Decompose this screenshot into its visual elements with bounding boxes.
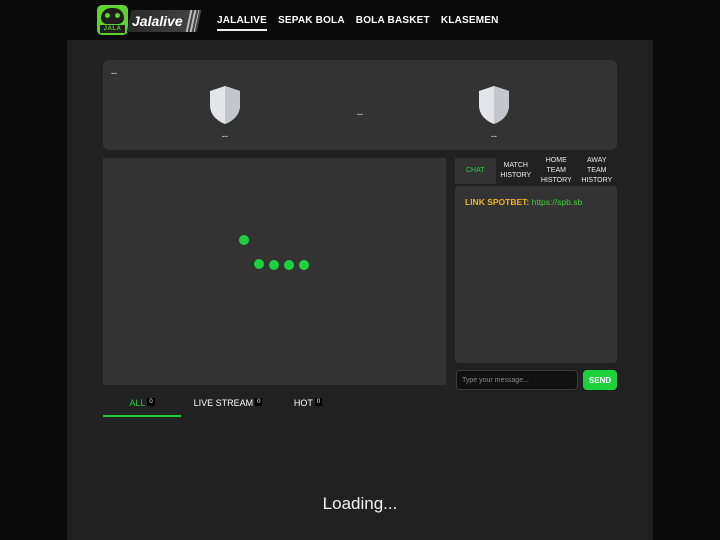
pinned-label: LINK SPOTBET: (465, 197, 530, 207)
tab-away-team-history[interactable]: AWAY TEAM HISTORY (577, 157, 618, 184)
match-score: -- (357, 109, 363, 119)
video-player[interactable] (103, 158, 446, 385)
filter-live-stream-count: 0 (255, 398, 263, 406)
top-navbar: JALA Jalalive JALALIVE SEPAK BOLA BOLA B… (0, 0, 720, 40)
home-team: -- (195, 85, 255, 141)
tab-match-history[interactable]: MATCH HISTORY (496, 158, 537, 184)
send-button[interactable]: SEND (583, 370, 617, 390)
match-scoreboard: -- -- -- -- (103, 60, 617, 150)
filter-all-count: 0 (147, 398, 155, 406)
shield-icon (210, 86, 240, 124)
home-team-name: -- (222, 131, 228, 141)
match-status: -- (111, 68, 117, 78)
jalalive-logo[interactable]: JALA Jalalive (97, 5, 203, 35)
nav-item-bola-basket[interactable]: BOLA BASKET (356, 0, 430, 40)
loading-dot (254, 259, 264, 269)
nav-item-sepak-bola[interactable]: SEPAK BOLA (278, 0, 345, 40)
filter-all-label: ALL (129, 398, 146, 408)
loading-dot (239, 235, 249, 245)
away-team-name: -- (491, 131, 497, 141)
loading-dot (269, 260, 279, 270)
nav-item-klasemen[interactable]: KLASEMEN (441, 0, 499, 40)
shield-icon (479, 86, 509, 124)
logo-badge-text: JALA (100, 25, 125, 33)
main-nav: JALALIVE SEPAK BOLA BOLA BASKET KLASEMEN (217, 0, 499, 40)
pinned-link[interactable]: https://spb.sb (532, 197, 583, 207)
chat-messages: LINK SPOTBET: https://spb.sb (455, 186, 617, 363)
main-container: -- -- -- -- CHAT MATCH HISTORY HOME TEAM… (67, 40, 653, 540)
match-filter-tabs: ALL 0 LIVE STREAM 0 HOT 0 (103, 390, 333, 417)
filter-hot-count: 0 (314, 398, 323, 406)
filter-all[interactable]: ALL 0 (103, 390, 181, 417)
pinned-message: LINK SPOTBET: https://spb.sb (465, 197, 582, 207)
filter-hot-label: HOT (293, 398, 313, 408)
tab-chat[interactable]: CHAT (455, 158, 496, 184)
away-team: -- (464, 85, 524, 141)
filter-live-stream-label: LIVE STREAM (193, 398, 254, 408)
loading-text: Loading... (322, 494, 398, 513)
nav-item-jalalive[interactable]: JALALIVE (217, 0, 267, 40)
side-tabs: CHAT MATCH HISTORY HOME TEAM HISTORY AWA… (455, 157, 618, 184)
filter-live-stream[interactable]: LIVE STREAM 0 (188, 390, 268, 417)
filter-hot[interactable]: HOT 0 (288, 390, 328, 417)
chat-message-input[interactable] (456, 370, 578, 390)
mascot-icon: JALA (97, 5, 128, 35)
loading-dot (284, 260, 294, 270)
loading-dot (299, 260, 309, 270)
logo-text: Jalalive (132, 13, 183, 29)
tab-home-team-history[interactable]: HOME TEAM HISTORY (536, 157, 577, 184)
